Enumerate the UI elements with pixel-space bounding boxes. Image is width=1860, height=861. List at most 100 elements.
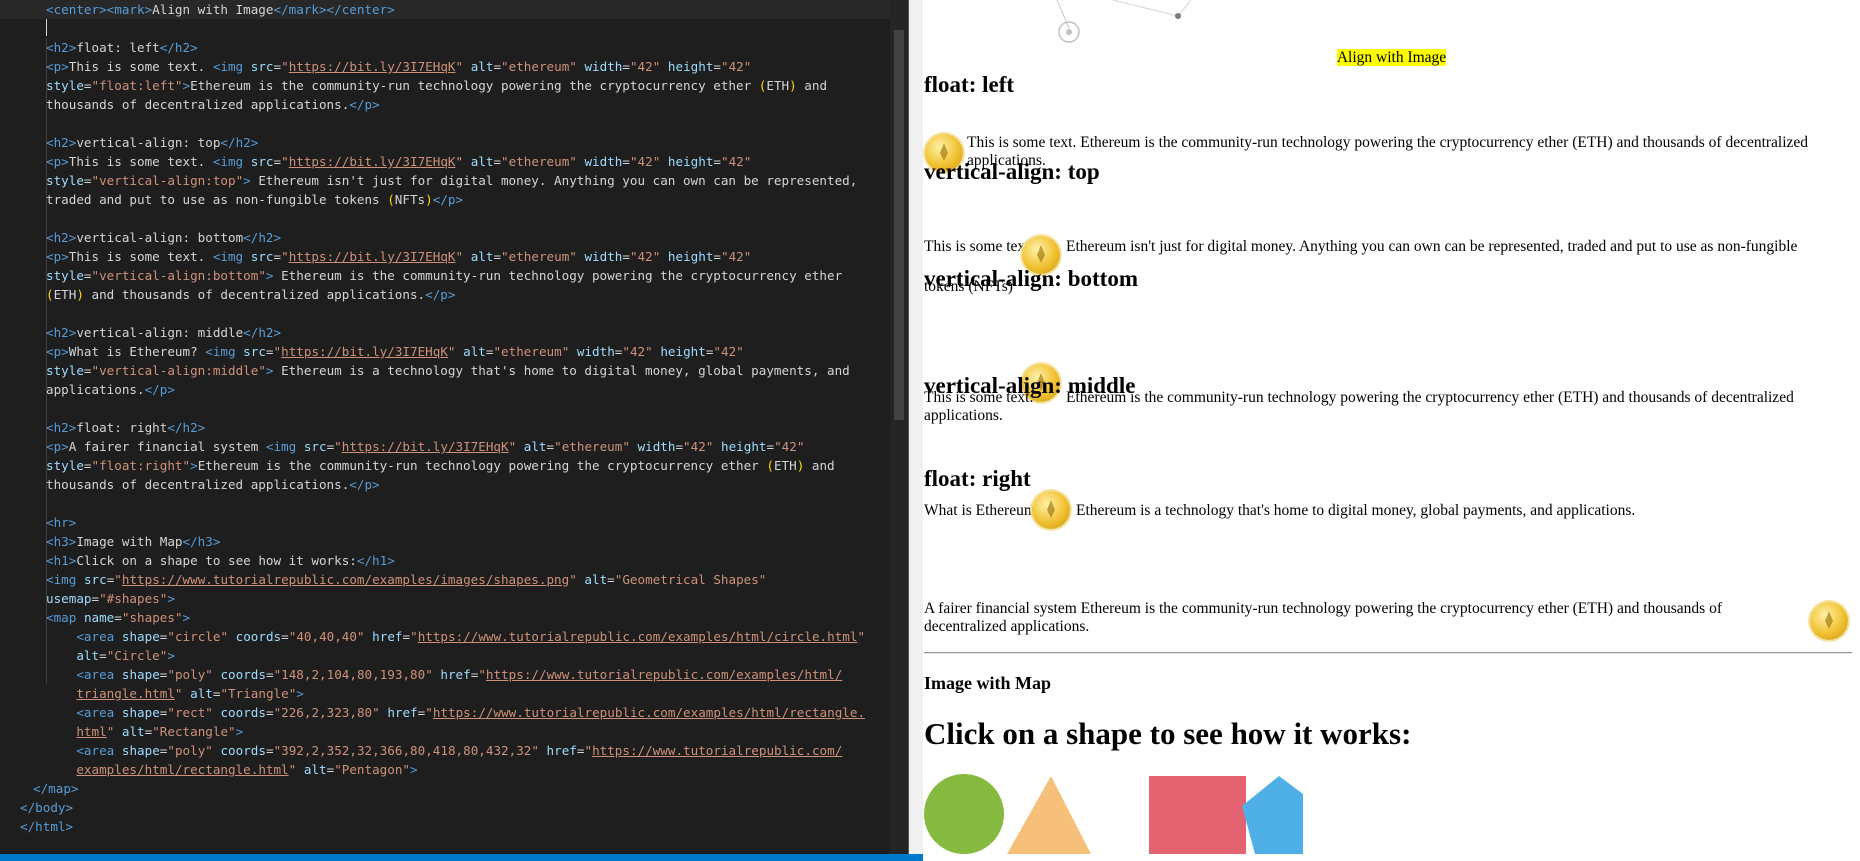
code-line[interactable] — [46, 114, 890, 133]
code-line[interactable]: <h2>vertical-align: top</h2> — [46, 133, 890, 152]
code-line[interactable]: (ETH) and thousands of decentralized app… — [46, 285, 890, 304]
map-area-triangle[interactable] — [1007, 776, 1091, 854]
pane-splitter[interactable] — [908, 0, 924, 854]
paragraph-text: This is some text. — [924, 238, 1034, 255]
code-line[interactable]: thousands of decentralized applications.… — [46, 95, 890, 114]
code-line[interactable] — [46, 494, 890, 513]
code-token: shape — [121, 743, 160, 758]
code-line[interactable]: </html> — [20, 817, 890, 836]
code-token: shape — [121, 629, 160, 644]
code-token: = — [265, 743, 274, 758]
code-token: " — [455, 154, 464, 169]
code-line[interactable]: <h2>float: right</h2> — [46, 418, 890, 437]
code-line[interactable] — [46, 209, 890, 228]
code-line[interactable]: style="vertical-align:bottom"> Ethereum … — [46, 266, 890, 285]
code-token: "vertical-align:middle" — [91, 363, 266, 378]
code-line[interactable]: <p>This is some text. <img src="https://… — [46, 57, 890, 76]
code-token: = — [713, 154, 721, 169]
code-token: "Rectangle" — [152, 724, 236, 739]
code-token: ETH — [766, 78, 790, 93]
code-token: style — [46, 268, 84, 283]
code-line[interactable]: <p>What is Ethereum? <img src="https://b… — [46, 342, 890, 361]
code-line[interactable]: traded and put to use as non-fungible to… — [46, 190, 890, 209]
code-line[interactable]: <p>This is some text. <img src="https://… — [46, 247, 890, 266]
heading-float-left: float: left — [924, 72, 1015, 97]
heading-vertical-align-bottom: vertical-align: bottom — [924, 266, 1138, 291]
code-line[interactable]: thousands of decentralized applications.… — [46, 475, 890, 494]
code-token: " — [425, 705, 433, 720]
code-line[interactable]: </map> — [33, 779, 890, 798]
code-token: = — [83, 173, 92, 188]
code-token: href — [387, 705, 418, 720]
code-line[interactable]: <area shape="poly" coords="392,2,352,32,… — [46, 741, 890, 760]
code-token: Ethereum isn't just for digital money. A… — [250, 173, 858, 188]
code-token: > — [167, 648, 175, 663]
code-token: <img — [46, 572, 77, 587]
code-line[interactable] — [46, 399, 890, 418]
code-token: NFTs — [394, 192, 426, 207]
code-line[interactable]: triangle.html" alt="Triangle"> — [46, 684, 890, 703]
code-line[interactable]: <p>This is some text. <img src="https://… — [46, 152, 890, 171]
shapes-image-map[interactable] — [923, 772, 1303, 861]
code-token: " — [281, 154, 289, 169]
code-token: </body> — [20, 800, 74, 815]
code-line[interactable]: <img src = "https://www.tutorialrepublic.c… — [46, 570, 890, 589]
code-token: "#shapes" — [99, 591, 168, 606]
code-line[interactable]: style="float:left">Ethereum is the commu… — [46, 76, 890, 95]
code-token: " — [569, 572, 577, 587]
code-line[interactable]: alt="Circle"> — [46, 646, 890, 665]
map-area-circle[interactable] — [924, 774, 1004, 854]
code-line[interactable]: <area shape="circle" coords="40,40,40" h… — [46, 627, 890, 646]
code-token: <h3> — [46, 534, 77, 549]
code-line[interactable]: <h2>vertical-align: bottom</h2> — [46, 228, 890, 247]
heading-vertical-align-top: vertical-align: top — [924, 159, 1100, 184]
code-line[interactable]: <map name="shapes"> — [46, 608, 890, 627]
scrollbar-thumb[interactable] — [894, 30, 904, 420]
code-token: width — [576, 344, 615, 359]
code-token: ETH — [53, 287, 77, 302]
browser-preview[interactable]: Align with Image float: left This is som… — [923, 0, 1860, 861]
code-token: "circle" — [167, 629, 229, 644]
code-line[interactable] — [46, 19, 890, 38]
code-line[interactable]: <area shape="poly" coords="148,2,104,80,… — [46, 665, 890, 684]
code-token: = — [99, 648, 107, 663]
code-line[interactable]: <h1>Click on a shape to see how it works… — [46, 551, 890, 570]
code-line[interactable]: <area shape="rect" coords="226,2,323,80"… — [46, 703, 890, 722]
code-line[interactable]: <p>A fairer financial system <img src="h… — [46, 437, 890, 456]
code-line[interactable]: </body> — [20, 798, 890, 817]
code-token: "42" — [721, 154, 752, 169]
code-line[interactable]: <h3>Image with Map</h3> — [46, 532, 890, 551]
code-line[interactable]: examples/html/rectangle.html" alt="Penta… — [46, 760, 890, 779]
code-line[interactable]: <h2>float: left</h2> — [46, 38, 890, 57]
code-token: src — [303, 439, 327, 454]
code-token: https://www.tutorialrepublic.com/example… — [432, 705, 866, 720]
heading-click-shape: Click on a shape to see how it works: — [924, 716, 1412, 751]
code-line[interactable]: <h2>vertical-align: middle</h2> — [46, 323, 890, 342]
code-token: ) — [789, 78, 797, 93]
map-area-rectangle[interactable] — [1149, 776, 1246, 854]
code-token: "42" — [713, 344, 744, 359]
editor-scrollbar[interactable] — [890, 0, 908, 854]
code-line[interactable] — [46, 304, 890, 323]
code-editor[interactable]: <center><mark>Align with Image</mark></c… — [0, 0, 908, 854]
code-line[interactable]: style="vertical-align:top"> Ethereum isn… — [46, 171, 890, 190]
code-token: "ethereum" — [493, 344, 570, 359]
code-content[interactable]: <center><mark>Align with Image</mark></c… — [0, 0, 890, 836]
code-line[interactable]: <center><mark>Align with Image</mark></c… — [0, 0, 890, 19]
code-line[interactable]: style="float:right">Ethereum is the comm… — [46, 456, 890, 475]
code-line[interactable]: style="vertical-align:middle"> Ethereum … — [46, 361, 890, 380]
code-token: = — [265, 705, 274, 720]
code-line[interactable]: usemap="#shapes"> — [46, 589, 890, 608]
map-area-pentagon[interactable] — [1242, 776, 1303, 854]
code-line[interactable]: html" alt="Rectangle"> — [46, 722, 890, 741]
code-token: = — [83, 78, 92, 93]
code-line[interactable]: <hr> — [46, 513, 890, 532]
code-line[interactable]: applications.</p> — [46, 380, 890, 399]
code-token: <h2> — [46, 230, 77, 245]
